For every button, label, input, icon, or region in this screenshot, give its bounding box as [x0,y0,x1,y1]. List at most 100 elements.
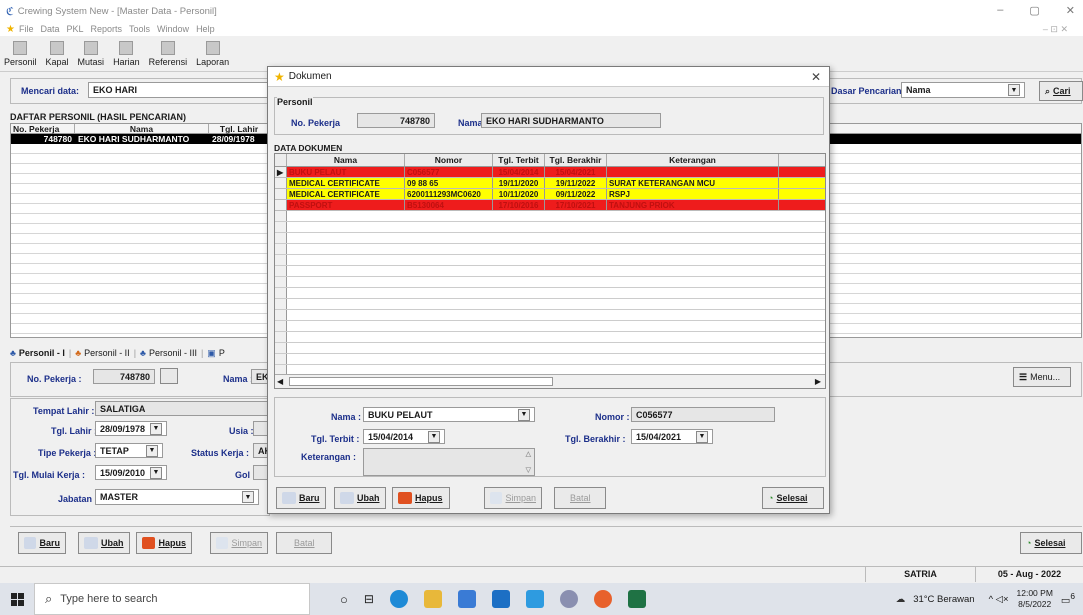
cell-nomor: 09 88 65 [405,178,493,188]
tab-personil-2[interactable]: ♣ Personil - II [75,348,129,358]
doc-keterangan-field[interactable]: △ ▽ [363,448,535,476]
search-input[interactable]: EKO HARI [88,82,278,98]
col-doc-nama[interactable]: Nama [287,154,405,166]
empty-row [275,233,825,244]
toolbar-referensi[interactable]: Referensi [149,41,187,67]
scroll-thumb[interactable] [289,377,553,386]
doc-batal-button[interactable]: Batal [554,487,606,509]
doc-ubah-button[interactable]: Ubah [334,487,386,509]
doc-hapus-button[interactable]: Hapus [392,487,450,509]
dialog-nama-field[interactable]: EKO HARI SUDHARMANTO [481,113,661,128]
table-row[interactable]: MEDICAL CERTIFICATE 6200111293MC0620 10/11… [275,189,825,200]
scroll-right-icon[interactable]: ▶ [815,377,821,386]
batal-button[interactable]: Batal [276,532,332,554]
table-row[interactable]: ▶ BUKU PELAUT C056577 15/04/2014 15/04/2021 [275,167,825,178]
doc-simpan-button[interactable]: Simpan [484,487,542,509]
close-button[interactable]: ✕ [1066,4,1075,17]
menu-reports[interactable]: Reports [91,24,123,34]
tab-strip: ♣ Personil - I | ♣ Personil - II | ♣ Person… [10,347,225,359]
toolbar-personil[interactable]: Personil [4,41,37,67]
doc-tgl-terbit-field[interactable]: 15/04/2014 ▼ [363,429,445,444]
menu-file[interactable]: File [19,24,34,34]
doc-nomor-label: Nomor : [595,412,630,422]
tempat-lahir-label: Tempat Lahir : [33,406,95,416]
ubah-button[interactable]: Ubah [78,532,130,554]
clock[interactable]: 12:00 PM 8/5/2022 [1017,588,1053,610]
col-tgl-lahir[interactable]: Tgl. Lahir [209,124,269,134]
tab-personil-1[interactable]: ♣ Personil - I [10,348,65,358]
doc-nama-select[interactable]: BUKU PELAUT ▼ [363,407,535,422]
minimize-button[interactable]: – [997,4,1003,17]
doc-baru-button[interactable]: Baru [276,487,326,509]
toolbar-kapal[interactable]: Kapal [46,41,69,67]
jabatan-select[interactable]: MASTER ▼ [95,489,259,505]
chrome-icon[interactable] [559,590,578,608]
weather-text[interactable]: 31°C Berawan [913,594,974,605]
hapus-button[interactable]: Hapus [136,532,192,554]
mail-icon[interactable] [491,590,510,608]
scroll-up-icon[interactable]: △ [526,450,531,458]
dialog-no-pekerja-field[interactable]: 748780 [357,113,435,128]
windows-start-button[interactable] [0,583,34,615]
dokumen-grid[interactable]: Nama Nomor Tgl. Terbit Tgl. Berakhir Ket… [274,153,826,389]
app-icon[interactable] [525,590,544,608]
table-row[interactable]: PASSPORT B5130064 17/10/2016 17/10/2021 TANJ… [275,200,825,211]
no-pekerja-field[interactable]: 748780 [93,369,155,384]
scroll-down-icon[interactable]: ▽ [526,466,531,474]
tab-personil-4[interactable]: ▣ P [207,348,225,359]
tgl-mulai-kerja-field[interactable]: 15/09/2010 ▼ [95,465,167,480]
search-button[interactable]: ⌕ Cari [1039,81,1083,101]
dialog-title: Dokumen [288,71,332,82]
task-view-icon[interactable]: ⊟ [364,592,374,606]
person-icon: ♣ [10,348,16,358]
empty-row [275,255,825,266]
col-doc-tgl-berakhir[interactable]: Tgl. Berakhir [545,154,607,166]
col-nama[interactable]: Nama [75,124,209,134]
tipe-pekerja-select[interactable]: TETAP ▼ [95,443,163,458]
edge-icon[interactable] [389,590,408,608]
doc-selesai-button[interactable]: ◔ Selesai [762,487,824,509]
chevron-down-icon: ▼ [150,466,162,479]
empty-row [275,343,825,354]
mdi-controls[interactable]: – ⊡ ✕ [1043,24,1068,35]
menu-pkl[interactable]: PKL [67,24,84,34]
maximize-button[interactable]: ▢ [1029,4,1039,17]
tab-personil-3[interactable]: ♣ Personil - III [140,348,197,358]
col-doc-keterangan[interactable]: Keterangan [607,154,779,166]
toolbar-harian[interactable]: Harian [113,41,140,67]
cell-terbit: 10/11/2020 [493,189,545,199]
baru-button[interactable]: Baru [18,532,66,554]
lookup-icon[interactable] [160,368,178,384]
taskbar-search[interactable]: ⌕ Type here to search [34,583,310,615]
excel-icon[interactable] [627,590,646,608]
menu-button[interactable]: ☰ Menu... [1013,367,1071,387]
doc-tgl-berakhir-field[interactable]: 15/04/2021 ▼ [631,429,713,444]
col-doc-tgl-terbit[interactable]: Tgl. Terbit [493,154,545,166]
status-user: SATRIA [865,567,975,582]
toolbar-laporan[interactable]: Laporan [196,41,229,67]
menu-data[interactable]: Data [40,24,59,34]
taskbar: ⌕ Type here to search ○ ⊟ ☁ 31°C Berawan… [0,583,1083,615]
tempat-lahir-field[interactable]: SALATIGA [95,401,271,416]
search-by-select[interactable]: Nama ▼ [901,82,1025,98]
selesai-button[interactable]: ◔ Selesai [1020,532,1082,554]
table-row[interactable]: MEDICAL CERTIFICATE 09 88 65 19/11/2020 19/… [275,178,825,189]
tgl-lahir-field[interactable]: 28/09/1978 ▼ [95,421,167,436]
scroll-left-icon[interactable]: ◀ [277,377,283,386]
tray-icons[interactable]: ^ ◁× [989,594,1009,605]
simpan-button[interactable]: Simpan [210,532,268,554]
store-icon[interactable] [457,590,476,608]
menu-help[interactable]: Help [196,24,215,34]
menu-window[interactable]: Window [157,24,189,34]
file-explorer-icon[interactable] [423,590,442,608]
cortana-icon[interactable]: ○ [340,592,348,607]
toolbar-mutasi[interactable]: Mutasi [78,41,104,67]
dialog-close-button[interactable]: ✕ [811,70,821,84]
firefox-icon[interactable] [593,590,612,608]
menu-tools[interactable]: Tools [129,24,150,34]
notification-icon[interactable]: ▭6 [1061,591,1075,606]
doc-nomor-field[interactable]: C056577 [631,407,775,422]
col-doc-nomor[interactable]: Nomor [405,154,493,166]
horizontal-scrollbar[interactable]: ◀ ▶ [275,374,825,388]
col-no-pekerja[interactable]: No. Pekerja [11,124,75,134]
